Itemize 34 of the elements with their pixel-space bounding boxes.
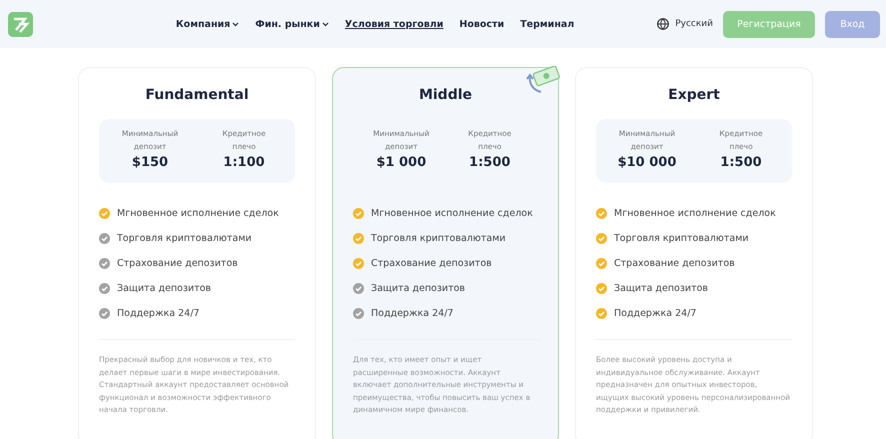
stat-value: $1 000 — [376, 155, 426, 170]
nav-link[interactable]: Новости — [459, 18, 504, 30]
stat-value: $150 — [132, 155, 168, 170]
feature-text: Поддержка 24/7 — [614, 308, 696, 319]
plan-card[interactable] — [332, 67, 559, 439]
feature-text: Мгновенное исполнение сделок — [117, 208, 279, 219]
language-selector[interactable]: Русский — [675, 19, 713, 29]
globe-icon[interactable] — [657, 18, 670, 30]
nav-link[interactable]: Условия торговли — [344, 18, 444, 30]
stat-value: 1:100 — [223, 155, 265, 170]
feature-text: Защита депозитов — [614, 283, 708, 294]
feature-text: Поддержка 24/7 — [371, 308, 454, 319]
stat-value: 1:500 — [469, 155, 510, 170]
feature-text: Защита депозитов — [371, 283, 466, 294]
nav-link[interactable]: Терминал — [520, 18, 574, 30]
plan-title: Middle — [418, 87, 474, 103]
feature-text: Защита депозитов — [117, 283, 212, 294]
nav-link[interactable]: Фин. рынки — [255, 18, 329, 30]
feature-text: Поддержка 24/7 — [117, 308, 200, 319]
feature-text: Мгновенное исполнение сделок — [371, 208, 533, 219]
feature-text: Страхование депозитов — [117, 258, 238, 269]
feature-text: Мгновенное исполнение сделок — [614, 208, 776, 219]
plan-title: Fundamental — [144, 87, 250, 103]
feature-text: Торговля криптовалютами — [117, 233, 252, 244]
stat-value: $10 000 — [618, 155, 676, 170]
plan-title: Expert — [667, 87, 721, 103]
feature-text: Страхование депозитов — [614, 258, 735, 269]
stat-value: 1:500 — [720, 155, 762, 170]
feature-text: Торговля криптовалютами — [371, 233, 506, 244]
feature-text: Торговля криптовалютами — [614, 233, 749, 244]
logo-icon[interactable] — [8, 12, 33, 36]
money-drawing — [525, 66, 561, 94]
feature-text: Страхование депозитов — [371, 258, 492, 269]
nav-link[interactable]: Компания — [176, 18, 240, 30]
